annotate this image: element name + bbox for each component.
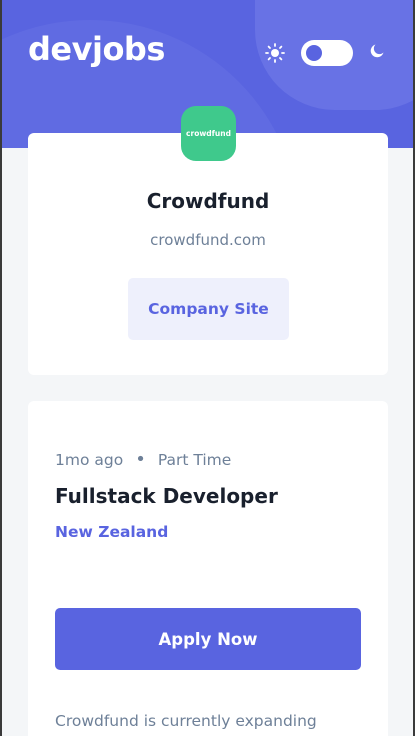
company-logo-text: crowdfund <box>186 129 231 138</box>
company-name: Crowdfund <box>146 189 270 213</box>
sun-icon <box>265 43 285 63</box>
job-description: Crowdfund is currently expanding <box>55 712 317 730</box>
posted-time: 1mo ago <box>55 451 124 469</box>
company-url: crowdfund.com <box>150 231 266 249</box>
company-logo: crowdfund <box>181 106 236 161</box>
moon-icon <box>369 43 389 63</box>
dark-mode-switch[interactable] <box>301 40 353 66</box>
theme-toggle <box>265 40 389 66</box>
job-card: 1mo ago • Part Time Fullstack Developer … <box>28 401 388 736</box>
company-site-button[interactable]: Company Site <box>128 278 289 340</box>
contract-type: Part Time <box>157 451 232 469</box>
company-card: crowdfund Crowdfund crowdfund.com Compan… <box>28 106 388 375</box>
apply-now-button[interactable]: Apply Now <box>55 608 361 670</box>
job-title: Fullstack Developer <box>55 484 278 508</box>
job-location: New Zealand <box>55 523 169 541</box>
job-meta: 1mo ago • Part Time <box>55 449 232 470</box>
switch-knob <box>306 45 322 61</box>
meta-separator: • <box>135 449 146 470</box>
app-logo[interactable]: devjobs <box>28 30 165 68</box>
